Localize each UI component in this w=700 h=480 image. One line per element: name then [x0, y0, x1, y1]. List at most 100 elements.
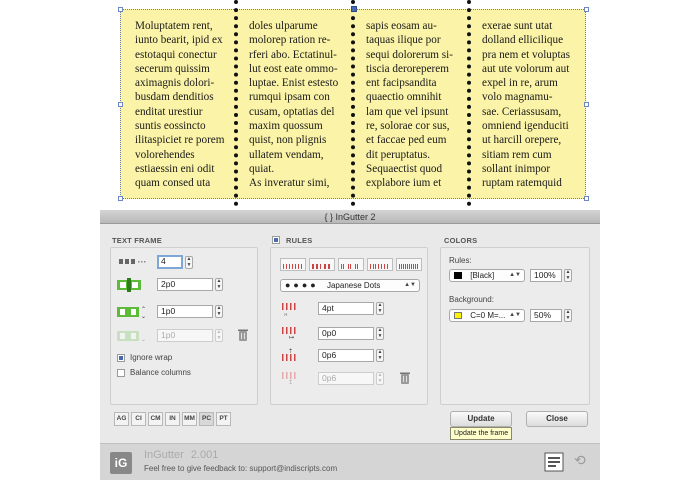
rules-color-select[interactable]: [Black] ▲▼ [449, 269, 525, 282]
text-line: enditat urestiur [135, 105, 203, 118]
product-version: 2.001 [190, 449, 219, 461]
text-line: aximagnis dolori- [135, 77, 215, 90]
column-rule-1 [234, 0, 238, 206]
update-button[interactable]: Update [450, 411, 512, 427]
close-button[interactable]: Close [526, 411, 588, 427]
ignore-wrap-checkbox[interactable] [117, 354, 125, 362]
text-line: ent facipsandita [366, 77, 437, 90]
trash-icon[interactable] [400, 372, 410, 384]
braces-icon: { } [324, 212, 333, 222]
inset-stepper[interactable]: ▲ ▼ [215, 305, 223, 318]
balance-columns-checkbox[interactable] [117, 369, 125, 377]
text-line: sapis eosam au- [366, 20, 437, 32]
dots-preview-icon: ●●●● [285, 280, 319, 290]
document-canvas: Moluptatem rent, iunto bearit, ipid ex est… [0, 0, 700, 210]
ingutter-palette: { } InGutter 2 TEXT FRAME 4 ▲ ▼ 2p0 ▲ ▼ ⌃ ⌄… [100, 210, 600, 480]
rules-tint-stepper[interactable]: ▲ ▼ [564, 269, 572, 282]
gutter-icon [117, 278, 141, 292]
palette-footer: iG InGutter 2.001 Feel free to give feed… [100, 443, 600, 480]
ingutter-logo: iG [110, 452, 132, 474]
rule-offset-top-input[interactable]: 0p0 [318, 327, 374, 340]
text-line: suntis eossincto [135, 120, 206, 133]
svg-text:⌄: ⌄ [141, 337, 146, 343]
rule-style-button-1[interactable] [280, 258, 306, 271]
svg-text:›‹: ›‹ [284, 312, 288, 317]
text-line: omniend igenduciti [482, 120, 569, 133]
rule-style-button-2[interactable] [309, 258, 335, 271]
frame-handle-top-left[interactable] [118, 7, 123, 12]
rules-tint-input[interactable]: 100% [530, 269, 562, 282]
feedback-text: Feel free to give feedback to: support@i… [144, 464, 338, 473]
columns-stepper[interactable]: ▲ ▼ [185, 256, 193, 269]
text-line: pra nem et voluptas [482, 48, 570, 61]
rule-style-button-3[interactable] [338, 258, 364, 271]
trash-icon[interactable] [238, 329, 248, 341]
text-line: et faccae ped eum [366, 134, 447, 147]
text-line: sequi dolorerum si- [366, 48, 453, 61]
rule-weight-stepper[interactable]: ▲ ▼ [376, 302, 384, 315]
text-line: quiat. [249, 162, 275, 175]
gutter-input[interactable]: 2p0 [157, 278, 213, 291]
text-line: ilitaspiciet re porem [135, 134, 225, 147]
frame-handle-bottom-right[interactable] [584, 196, 589, 201]
unit-button-cm[interactable]: CM [148, 412, 163, 426]
unit-button-ci[interactable]: CI [131, 412, 146, 426]
text-line: sitiam rem cum [482, 148, 552, 161]
refresh-icon[interactable]: ⟲ [574, 452, 586, 469]
document-icon[interactable] [544, 452, 564, 472]
text-line: ruptam ratemquid [482, 177, 562, 190]
unit-button-mm[interactable]: MM [182, 412, 197, 426]
rules-panel: ●●●● Japanese Dots ▲▼ ›‹ 4pt ▲ ▼ ↦ 0p0 ▲ ▼… [270, 247, 428, 405]
text-line: Moluptatem rent, [135, 20, 213, 32]
text-line: tiscia deroreperem [366, 62, 449, 75]
rule-offset-bottom-stepper[interactable]: ▲ ▼ [376, 349, 384, 362]
rule-offset-top-icon: ↦ [282, 327, 296, 340]
svg-text:↦: ↦ [289, 335, 294, 340]
unit-button-ag[interactable]: AG [114, 412, 129, 426]
palette-titlebar[interactable]: { } InGutter 2 [100, 210, 600, 224]
unit-button-pt[interactable]: PT [216, 412, 231, 426]
rule-style-button-4[interactable] [367, 258, 393, 271]
text-line: ut harcill orepere, [482, 134, 562, 147]
gutter-stepper[interactable]: ▲ ▼ [215, 278, 223, 291]
text-column-2: doles ulparume molorep ration re-rferi ab… [249, 19, 338, 191]
unit-button-in[interactable]: IN [165, 412, 180, 426]
text-line: ullatem vendam, [249, 148, 324, 161]
rule-weight-input[interactable]: 4pt [318, 302, 374, 315]
background-tint-stepper[interactable]: ▲ ▼ [564, 309, 572, 322]
frame-handle-bottom-left[interactable] [118, 196, 123, 201]
rules-enable-checkbox[interactable] [272, 236, 280, 244]
frame-handle-top-right[interactable] [584, 7, 589, 12]
text-line: busdam denditios [135, 91, 214, 104]
unit-button-pc[interactable]: PC [199, 412, 214, 426]
background-color-value: C=0 M=... [470, 311, 506, 320]
text-line: volorehendes [135, 148, 195, 161]
frame-handle-middle-right[interactable] [584, 102, 589, 107]
text-line: rferi abo. Ectatinul- [249, 48, 337, 61]
background-tint-input[interactable]: 50% [530, 309, 562, 322]
frame-handle-middle-left[interactable] [118, 102, 123, 107]
rule-offset-bottom-input[interactable]: 0p6 [318, 349, 374, 362]
rule-weight-icon: ›‹ [282, 303, 296, 317]
inset-input[interactable]: 1p0 [157, 305, 213, 318]
svg-text:⌃: ⌃ [141, 306, 146, 313]
columns-count-input[interactable]: 4 [157, 255, 183, 269]
text-frame-panel: 4 ▲ ▼ 2p0 ▲ ▼ ⌃ ⌄ 1p0 ▲ ▼ ⌄ 1p0 ▲ ▼ Ignore wr… [110, 247, 258, 405]
text-line: re, solorae cor sus, [366, 120, 450, 133]
ignore-wrap-label: Ignore wrap [130, 353, 173, 362]
rule-offset-top-stepper[interactable]: ▲ ▼ [376, 327, 384, 340]
column-rule-2 [351, 0, 355, 206]
text-line: rumqui ipsam con [249, 91, 330, 104]
frame-handle-top-center[interactable] [351, 6, 357, 12]
text-line: estotaqui conectur [135, 48, 217, 61]
product-name: InGutter 2.001 [144, 449, 218, 461]
rule-style-button-5[interactable] [396, 258, 422, 271]
background-color-select[interactable]: C=0 M=... ▲▼ [449, 309, 525, 322]
text-line: sae. Ceriassusam, [482, 105, 562, 118]
rule-style-select[interactable]: ●●●● Japanese Dots ▲▼ [280, 279, 420, 292]
text-frame-heading: TEXT FRAME [112, 236, 162, 245]
text-line: explabore ium et [366, 177, 442, 190]
text-line: secerum quissim [135, 62, 210, 75]
svg-text:⌄: ⌄ [141, 314, 146, 319]
text-line: taquas ilique por [366, 34, 441, 47]
